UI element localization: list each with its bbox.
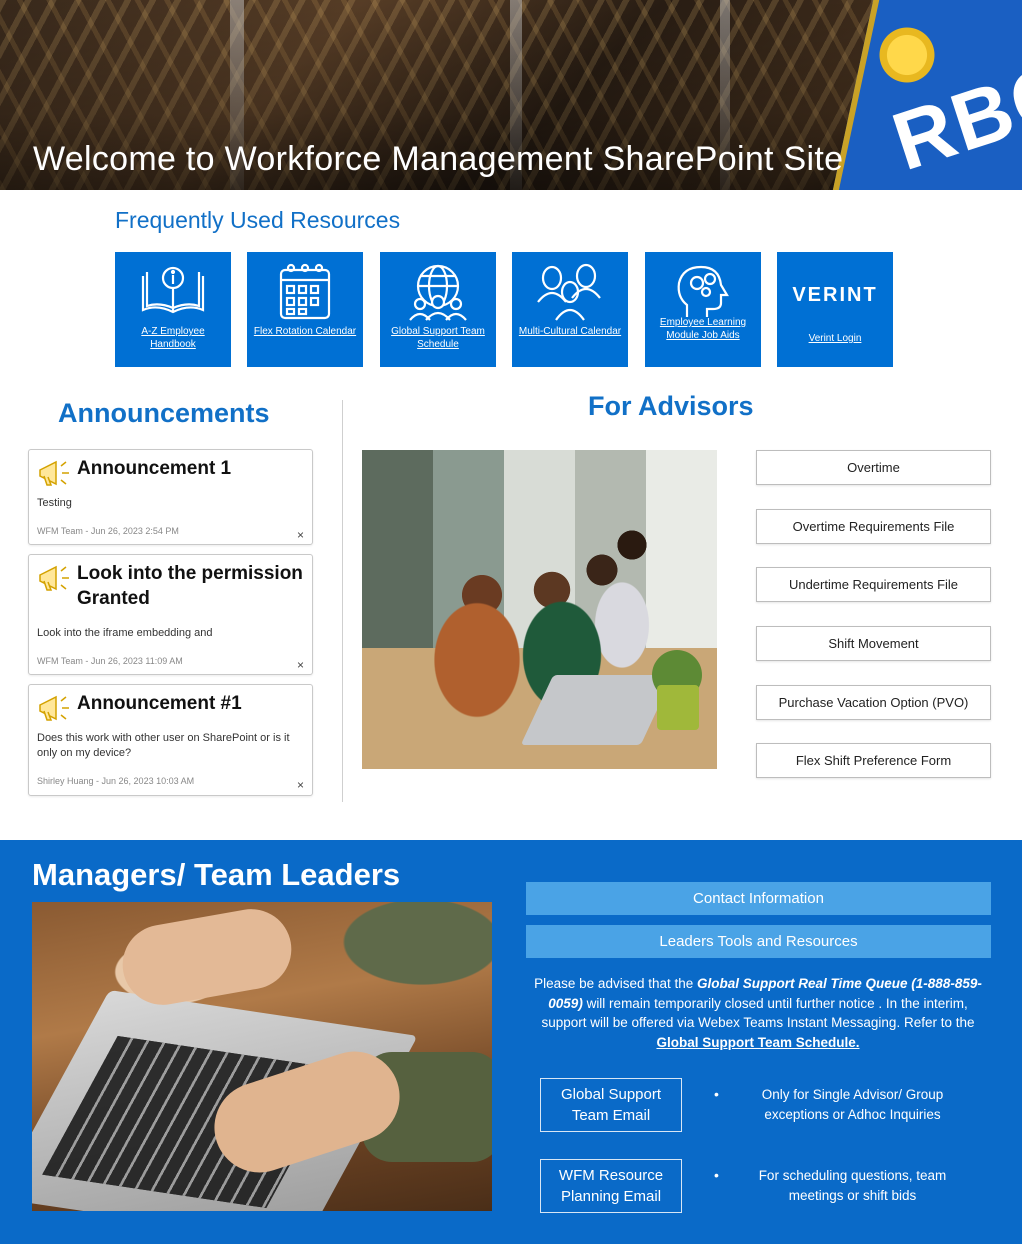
page-title: Welcome to Workforce Management SharePoi… [33,140,844,178]
leaders-tools-button[interactable]: Leaders Tools and Resources [526,925,991,958]
announcement-meta: WFM Team - Jun 26, 2023 2:54 PM [37,526,179,536]
tile-flex-rotation-calendar[interactable]: Flex Rotation Calendar [247,252,363,367]
verint-logo: VERINT [792,284,878,306]
megaphone-icon [39,460,69,486]
undertime-requirements-button[interactable]: Undertime Requirements File [756,567,991,602]
globe-team-icon [380,260,496,324]
people-group-icon [512,260,628,324]
office-team-photo [362,450,717,769]
announcement-body: Look into the iframe embedding and [37,627,213,639]
bullet: • [714,1086,719,1102]
close-icon[interactable]: × [297,528,304,542]
resources-heading: Frequently Used Resources [115,207,401,233]
queue-notice: Please be advised that the Global Suppor… [534,976,982,1050]
wfm-planning-email-button[interactable]: WFM Resource Planning Email [540,1159,682,1213]
megaphone-icon [39,565,69,591]
calendar-icon [247,260,363,324]
megaphone-icon [39,695,69,721]
tile-label: Employee Learning Module Job Aids [659,317,747,341]
announcement-title: Look into the permission Granted [77,563,303,609]
book-info-icon [115,260,231,324]
tile-global-support-schedule[interactable]: Global Support Team Schedule [380,252,496,367]
tile-label: Verint Login [808,333,862,344]
flex-shift-preference-button[interactable]: Flex Shift Preference Form [756,743,991,778]
advisors-heading: For Advisors [588,391,754,421]
announcement-card[interactable]: Look into the permission Granted Look in… [28,554,313,675]
tile-multicultural-calendar[interactable]: Multi-Cultural Calendar [512,252,628,367]
announcement-title: Announcement 1 [77,458,232,479]
purchase-vacation-button[interactable]: Purchase Vacation Option (PVO) [756,685,991,720]
announcement-card[interactable]: Announcement #1 Does this work with othe… [28,684,313,796]
global-support-email-button[interactable]: Global Support Team Email [540,1078,682,1132]
hero-banner: RBC Welcome to Workforce Management Shar… [0,0,1022,190]
announcement-meta: WFM Team - Jun 26, 2023 11:09 AM [37,656,183,666]
head-gears-icon [645,260,761,324]
announcement-body: Does this work with other user on ShareP… [37,732,290,759]
announcements-heading: Announcements [58,398,270,428]
section-divider [342,400,343,802]
bullet: • [714,1167,719,1183]
contact-information-button[interactable]: Contact Information [526,882,991,915]
laptop-typing-photo [32,902,492,1211]
shift-movement-button[interactable]: Shift Movement [756,626,991,661]
managers-heading: Managers/ Team Leaders [32,857,401,892]
tile-label: Flex Rotation Calendar [253,326,357,337]
announcement-card[interactable]: Announcement 1 Testing WFM Team - Jun 26… [28,449,313,545]
announcement-body: Testing [37,497,72,509]
tile-label: Global Support Team Schedule [391,326,485,350]
team-schedule-link[interactable]: Global Support Team Schedule. [656,1035,859,1050]
announcement-meta: Shirley Huang - Jun 26, 2023 10:03 AM [37,776,195,786]
contact-description: For scheduling questions, team meetings … [758,1168,947,1203]
tile-employee-handbook[interactable]: A-Z Employee Handbook [115,252,231,367]
announcement-title: Announcement #1 [77,693,242,714]
tile-verint-login[interactable]: VERINT Verint Login [777,252,893,367]
overtime-requirements-button[interactable]: Overtime Requirements File [756,509,991,544]
close-icon[interactable]: × [297,658,304,672]
contact-description: Only for Single Advisor/ Group exception… [761,1087,944,1122]
close-icon[interactable]: × [297,778,304,792]
tile-label: A-Z Employee Handbook [141,326,205,350]
overtime-button[interactable]: Overtime [756,450,991,485]
rbc-logo-sign: RBC [832,0,1022,190]
tile-learning-module[interactable]: Employee Learning Module Job Aids [645,252,761,367]
tile-label: Multi-Cultural Calendar [518,326,622,337]
